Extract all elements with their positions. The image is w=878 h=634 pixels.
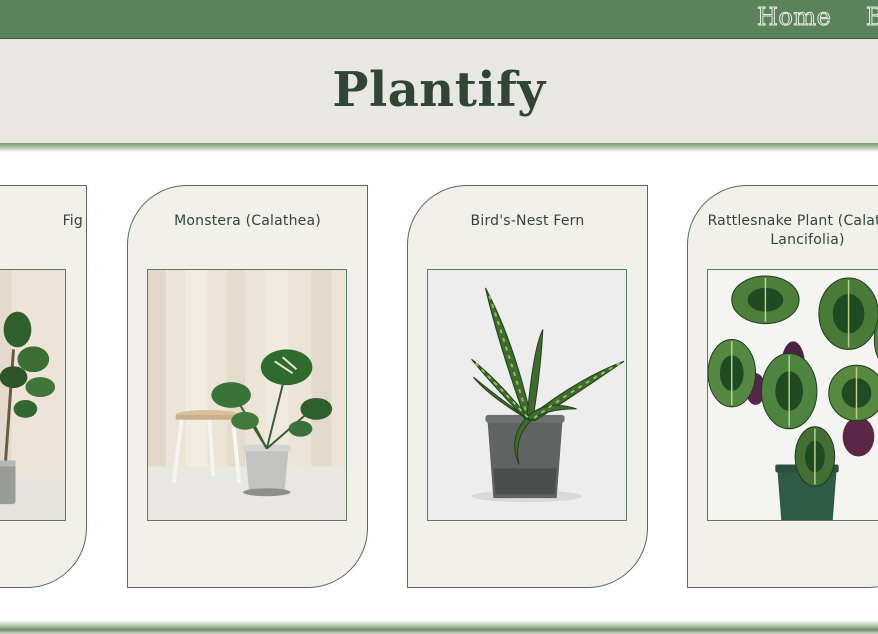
- plant-card-rattlesnake-plant[interactable]: Rattlesnake Plant (Calathea Lancifolia): [687, 185, 878, 588]
- nav-link-home[interactable]: Home: [756, 2, 831, 32]
- page-header: Plantify: [0, 39, 878, 145]
- plant-photo-birds-nest-fern: [427, 269, 627, 521]
- plant-card-title: Monstera (Calathea): [128, 212, 367, 231]
- plant-name-monstera: Monstera (Calathea): [174, 213, 321, 229]
- plant-name-fig: Fig: [62, 213, 83, 229]
- plant-card-title: Rattlesnake Plant (Calathea Lancifolia): [688, 212, 878, 250]
- nav-link-secondary[interactable]: B: [865, 2, 878, 32]
- header-divider: [0, 143, 878, 152]
- plant-card-monstera[interactable]: Monstera (Calathea): [127, 185, 368, 588]
- plant-card-title: Bird's-Nest Fern: [408, 212, 647, 231]
- plant-card-title: Fig: [0, 212, 86, 231]
- plant-name-birds-nest-fern: Bird's-Nest Fern: [470, 213, 585, 229]
- plant-card-fig[interactable]: Fig: [0, 185, 87, 588]
- top-nav-bar: Home B: [0, 0, 878, 39]
- site-title: Plantify: [332, 62, 546, 118]
- plant-card-birds-nest-fern[interactable]: Bird's-Nest Fern: [407, 185, 648, 588]
- plant-photo-fig: [0, 269, 66, 521]
- plant-name-rattlesnake-plant: Rattlesnake Plant (Calathea Lancifolia): [707, 213, 878, 248]
- plant-photo-monstera: [147, 269, 347, 521]
- plant-card-list: Fig Monstera (Calathea) Bird's-Nest Fern…: [0, 185, 878, 588]
- plant-photo-rattlesnake-plant: [707, 269, 878, 521]
- footer-divider: [0, 620, 878, 634]
